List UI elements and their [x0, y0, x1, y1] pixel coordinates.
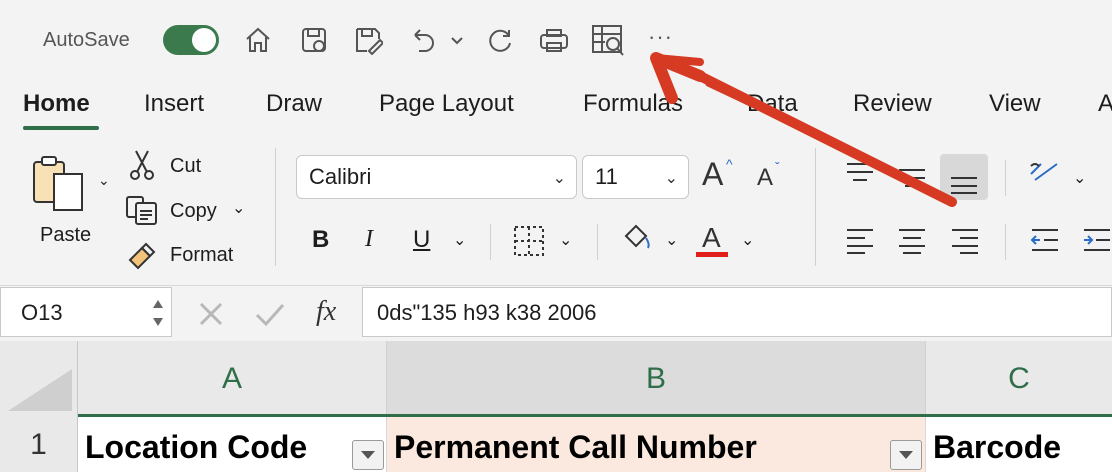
underline-dropdown-icon[interactable]: ⌄	[453, 230, 466, 250]
font-name-value: Calibri	[309, 164, 372, 189]
filter-dropdown-icon[interactable]	[352, 440, 384, 470]
column-header-a[interactable]: A	[78, 341, 387, 417]
cell-a1[interactable]: Location Code	[78, 417, 387, 472]
undo-icon[interactable]	[404, 22, 440, 58]
toggle-knob	[192, 28, 216, 52]
copy-dropdown-icon[interactable]: ⌄	[232, 198, 245, 218]
font-color-dropdown-icon[interactable]: ⌄	[741, 230, 754, 250]
format-painter-icon[interactable]	[126, 238, 158, 275]
align-left-icon[interactable]	[845, 226, 875, 259]
select-all-triangle-icon	[8, 369, 72, 411]
fill-color-icon[interactable]	[620, 222, 656, 263]
name-box-stepper-icon[interactable]	[151, 294, 165, 332]
row-header-1[interactable]: 1	[0, 417, 78, 472]
print-preview-icon[interactable]	[590, 22, 626, 58]
tab-insert[interactable]: Insert	[144, 90, 204, 118]
home-icon[interactable]	[240, 22, 276, 58]
cancel-icon[interactable]	[198, 301, 224, 327]
save-as-icon[interactable]	[350, 22, 386, 58]
increase-indent-icon[interactable]	[1082, 226, 1112, 259]
enter-icon[interactable]	[254, 301, 286, 327]
chevron-down-icon: ⌄	[552, 170, 566, 187]
ribbon-divider	[490, 224, 491, 260]
formula-input[interactable]: 0ds"135 h93 k38 2006	[362, 287, 1112, 337]
borders-dropdown-icon[interactable]: ⌄	[559, 230, 572, 250]
chevron-down-icon: ⌄	[664, 170, 678, 187]
select-all-button[interactable]	[0, 341, 78, 417]
orientation-dropdown-icon[interactable]: ⌄	[1073, 168, 1086, 188]
formula-value: 0ds"135 h93 k38 2006	[377, 300, 597, 325]
decrease-font-button[interactable]: A	[757, 164, 773, 192]
print-icon[interactable]	[536, 22, 572, 58]
tab-formulas[interactable]: Formulas	[583, 90, 683, 118]
cell-b1[interactable]: Permanent Call Number	[387, 417, 926, 472]
paste-label[interactable]: Paste	[40, 224, 91, 247]
underline-button[interactable]: U	[413, 226, 430, 254]
cell-c1[interactable]: Barcode	[926, 417, 1112, 472]
tab-view[interactable]: View	[989, 90, 1041, 118]
tab-review[interactable]: Review	[853, 90, 932, 118]
undo-dropdown-icon[interactable]	[446, 22, 468, 58]
format-label[interactable]: Format	[170, 244, 233, 267]
font-color-button[interactable]: A	[702, 222, 721, 254]
scissors-icon[interactable]	[128, 148, 156, 187]
autosave-label: AutoSave	[43, 29, 130, 51]
ribbon-divider	[815, 148, 816, 266]
more-icon[interactable]: ···	[648, 24, 673, 50]
ribbon-divider	[1005, 224, 1006, 260]
tab-home[interactable]: Home	[23, 90, 90, 118]
ribbon-divider	[1005, 160, 1006, 196]
align-top-icon[interactable]	[845, 160, 875, 195]
copy-label[interactable]: Copy	[170, 200, 217, 223]
autosave-toggle[interactable]	[163, 25, 219, 55]
insert-function-button[interactable]: fx	[316, 296, 336, 328]
tab-data[interactable]: Data	[747, 90, 798, 118]
font-size-dropdown[interactable]: 11 ⌄	[582, 155, 689, 199]
align-bottom-icon	[951, 177, 977, 194]
title-bar: AutoSave ···	[0, 0, 1112, 80]
name-box[interactable]: O13	[0, 287, 172, 337]
borders-icon[interactable]	[512, 224, 546, 263]
decrease-indent-icon[interactable]	[1030, 226, 1060, 259]
increase-font-button[interactable]: A	[702, 156, 723, 193]
cell-reference: O13	[21, 300, 63, 325]
save-icon[interactable]	[296, 22, 332, 58]
font-color-swatch	[696, 252, 728, 257]
active-tab-indicator	[23, 126, 99, 130]
decrease-font-icon: ˇ	[775, 159, 780, 175]
tab-automate[interactable]: A	[1098, 90, 1112, 118]
orientation-icon[interactable]	[1027, 160, 1061, 195]
column-header-b[interactable]: B	[387, 341, 926, 417]
increase-font-icon: ^	[726, 156, 733, 172]
copy-icon[interactable]	[124, 194, 160, 231]
paste-dropdown-icon[interactable]: ⌄	[98, 172, 110, 189]
align-bottom-button[interactable]	[940, 154, 988, 200]
cut-label[interactable]: Cut	[170, 155, 201, 178]
tab-draw[interactable]: Draw	[266, 90, 322, 118]
tab-page-layout[interactable]: Page Layout	[379, 90, 514, 118]
ribbon-divider	[597, 224, 598, 260]
font-size-value: 11	[595, 164, 618, 189]
column-header-c[interactable]: C	[926, 341, 1112, 417]
paste-icon[interactable]	[30, 154, 92, 221]
align-right-icon[interactable]	[950, 226, 980, 259]
ribbon-divider	[275, 148, 276, 266]
align-center-icon[interactable]	[897, 226, 927, 259]
align-middle-icon[interactable]	[897, 160, 927, 195]
fill-color-dropdown-icon[interactable]: ⌄	[665, 230, 678, 250]
bold-button[interactable]: B	[312, 226, 329, 254]
font-name-dropdown[interactable]: Calibri ⌄	[296, 155, 577, 199]
italic-button[interactable]: I	[365, 226, 373, 253]
filter-dropdown-icon[interactable]	[890, 440, 922, 470]
redo-icon[interactable]	[482, 22, 518, 58]
